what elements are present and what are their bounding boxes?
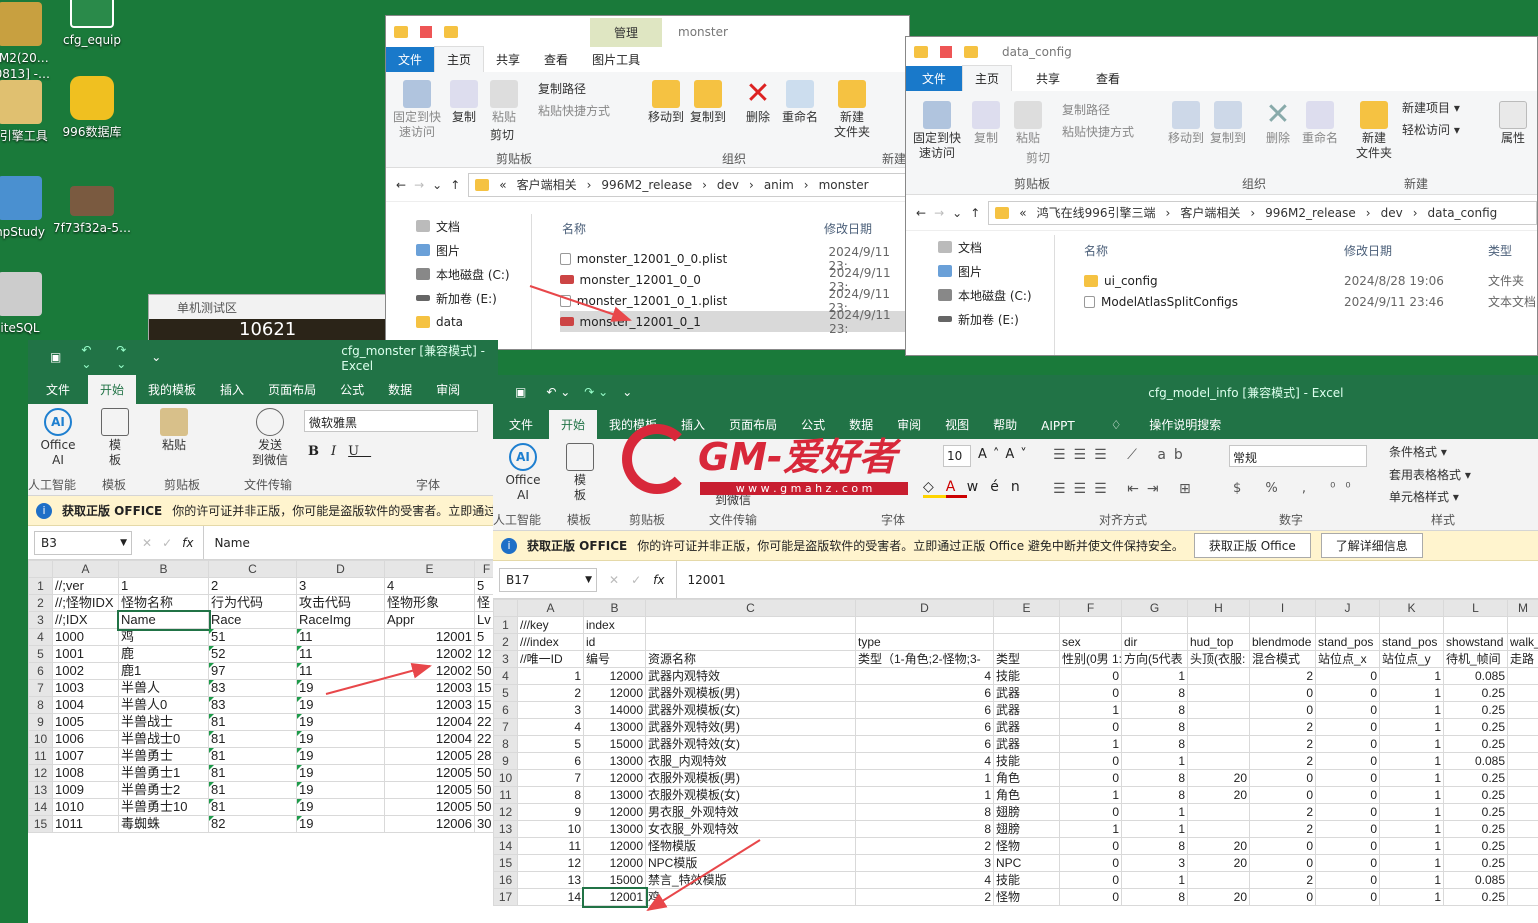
arrow-to-model-id [646, 839, 761, 912]
arrow-to-appr-value [325, 662, 432, 695]
annotation-arrows [325, 285, 761, 912]
arrow-to-png-file [529, 285, 632, 322]
